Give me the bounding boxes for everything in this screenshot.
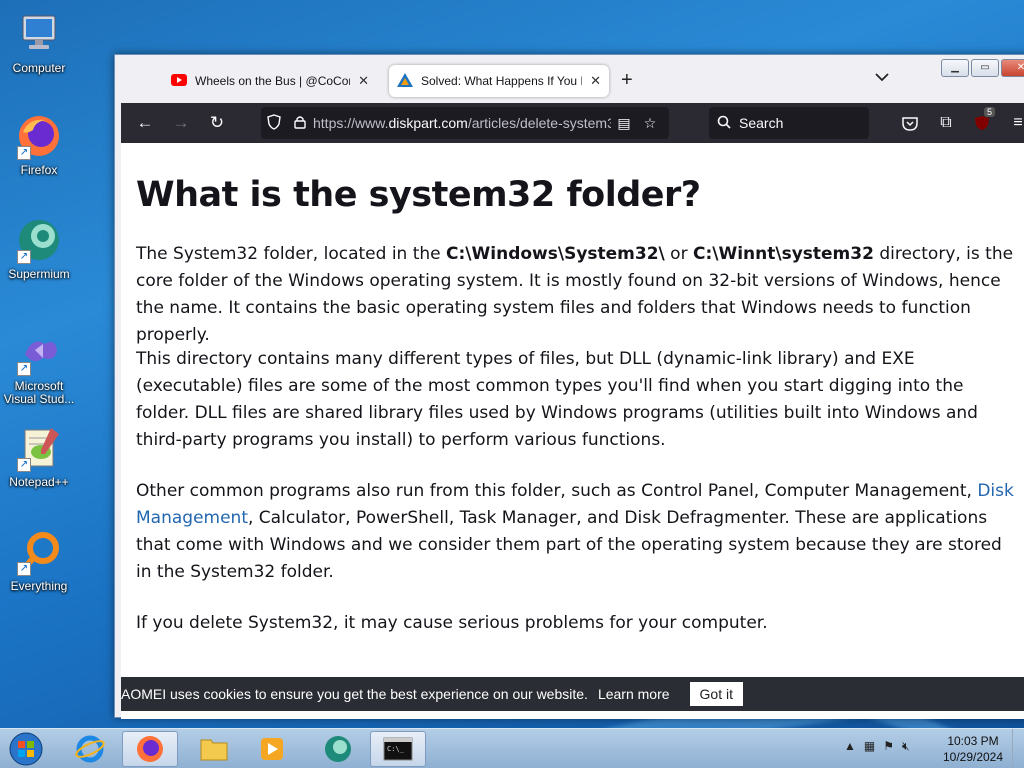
desktop-icon-label: Supermium	[8, 267, 70, 281]
shield-icon[interactable]	[261, 113, 287, 133]
pocket-icon[interactable]	[895, 107, 925, 139]
show-desktop-button[interactable]	[1012, 729, 1024, 768]
menu-icon[interactable]: ≡	[1003, 107, 1024, 139]
paragraph-1: The System32 folder, located in the C:\W…	[136, 244, 1014, 345]
tab-close-icon[interactable]: ✕	[358, 73, 369, 89]
media-player-icon	[261, 738, 283, 760]
everything-search-icon: ↗	[15, 528, 63, 576]
window-controls: ▁ ▭ ✕	[941, 59, 1024, 77]
close-window-button[interactable]: ✕	[1001, 59, 1024, 77]
paragraph-4: If you delete System32, it may cause ser…	[136, 613, 768, 633]
shortcut-arrow-icon: ↗	[17, 562, 31, 576]
desktop-icon-computer[interactable]: Computer	[0, 10, 78, 75]
shortcut-arrow-icon: ↗	[17, 146, 31, 160]
desktop-icon-supermium[interactable]: ↗ Supermium	[0, 216, 78, 281]
desktop-icon-label: Notepad++	[9, 475, 69, 489]
cookie-banner: AOMEI uses cookies to ensure you get the…	[121, 677, 1024, 711]
maximize-button[interactable]: ▭	[971, 59, 999, 77]
shortcut-arrow-icon: ↗	[17, 458, 31, 472]
ublock-extension-icon[interactable]: 5	[967, 107, 997, 139]
supermium-icon: ↗	[15, 216, 63, 264]
command-prompt-icon: C:\_	[383, 737, 413, 761]
visual-studio-icon: ↗	[15, 328, 63, 376]
action-center-flag-icon[interactable]: ⚑	[883, 739, 894, 754]
desktop-icon-label: Everything	[10, 579, 68, 593]
supermium-icon	[325, 736, 351, 762]
tab-article[interactable]: Solved: What Happens If You Delete Syste…	[389, 65, 609, 97]
computer-icon	[15, 10, 63, 58]
cookie-text: AOMEI uses cookies to ensure you get the…	[121, 686, 588, 702]
paragraph-2: This directory contains many different t…	[136, 349, 978, 450]
supermium-taskbar-button[interactable]	[310, 731, 366, 767]
desktop-icon-label: Firefox	[20, 163, 58, 177]
media-player-taskbar-button[interactable]	[244, 731, 300, 767]
got-it-button[interactable]: Got it	[689, 682, 743, 706]
search-placeholder: Search	[739, 115, 784, 131]
notepad-plus-plus-icon: ↗	[15, 424, 63, 472]
tab-title: Solved: What Happens If You Delete Syste…	[421, 74, 582, 88]
clock[interactable]: 10:03 PM 10/29/2024	[936, 733, 1010, 765]
start-button[interactable]	[6, 729, 48, 768]
desktop-icon-everything[interactable]: ↗ Everything	[0, 528, 78, 593]
file-explorer-taskbar-button[interactable]	[186, 731, 242, 767]
folder-icon	[200, 739, 228, 761]
tab-close-icon[interactable]: ✕	[590, 73, 601, 89]
navigation-toolbar: ← → ↻ https://www.diskpart.com/articles/…	[121, 103, 1024, 143]
desktop-icon-visual-studio[interactable]: ↗ Microsoft Visual Stud...	[0, 328, 78, 406]
desktop-icon-label: Microsoft Visual Stud...	[3, 379, 75, 406]
article-heading: What is the system32 folder?	[136, 175, 701, 215]
reader-view-icon[interactable]: ▤	[611, 115, 637, 132]
back-button[interactable]: ←	[127, 107, 163, 139]
desktop-icon-firefox[interactable]: ↗ Firefox	[0, 112, 78, 177]
aomei-icon	[397, 72, 413, 90]
clock-time: 10:03 PM	[947, 734, 999, 748]
svg-text:C:\_: C:\_	[387, 745, 405, 753]
internet-explorer-icon	[75, 735, 105, 763]
tab-youtube[interactable]: Wheels on the Bus | @CoComelon ✕	[163, 65, 377, 97]
system-tray: ▲ ▦ ⚑ 🔇︎	[844, 739, 910, 754]
tab-strip: Wheels on the Bus | @CoComelon ✕ Solved:…	[115, 55, 1024, 103]
internet-explorer-taskbar-button[interactable]	[62, 731, 118, 767]
extensions-icon[interactable]: ⧉	[931, 107, 961, 139]
page-content: What is the system32 folder? The System3…	[121, 143, 1024, 719]
firefox-icon: ↗	[15, 112, 63, 160]
list-all-tabs-button[interactable]	[875, 71, 889, 85]
command-prompt-taskbar-button[interactable]: C:\_	[370, 731, 426, 767]
volume-muted-icon[interactable]: 🔇︎	[902, 739, 910, 754]
clock-date: 10/29/2024	[942, 750, 1004, 764]
shortcut-arrow-icon: ↗	[17, 362, 31, 376]
shortcut-arrow-icon: ↗	[17, 250, 31, 264]
paragraph-3: Other common programs also run from this…	[136, 481, 1014, 582]
url-bar[interactable]: https://www.diskpart.com/articles/delete…	[261, 107, 669, 139]
reload-button[interactable]: ↻	[199, 107, 235, 139]
firefox-taskbar-button[interactable]	[122, 731, 178, 767]
extension-badge: 5	[983, 107, 995, 117]
lock-icon[interactable]	[287, 115, 313, 132]
taskbar: C:\_ ▲ ▦ ⚑ 🔇︎ 10:03 PM 10/29/2024	[0, 728, 1024, 768]
url-text: https://www.diskpart.com/articles/delete…	[313, 115, 611, 131]
search-icon	[717, 115, 731, 132]
search-input[interactable]: Search	[709, 107, 869, 139]
youtube-icon	[171, 73, 187, 89]
desktop-icon-label: Computer	[12, 61, 66, 75]
show-hidden-icons-button[interactable]: ▲	[844, 739, 856, 754]
desktop-icon-notepad-plus-plus[interactable]: ↗ Notepad++	[0, 424, 78, 489]
tab-title: Wheels on the Bus | @CoComelon	[195, 74, 350, 88]
new-tab-button[interactable]: +	[621, 69, 633, 92]
forward-button[interactable]: →	[163, 107, 199, 139]
network-icon[interactable]: ▦	[864, 739, 875, 754]
bookmark-star-icon[interactable]: ☆	[637, 115, 663, 132]
browser-window: Wheels on the Bus | @CoComelon ✕ Solved:…	[114, 54, 1024, 719]
minimize-button[interactable]: ▁	[941, 59, 969, 77]
firefox-icon	[137, 736, 163, 762]
learn-more-link[interactable]: Learn more	[598, 686, 670, 702]
